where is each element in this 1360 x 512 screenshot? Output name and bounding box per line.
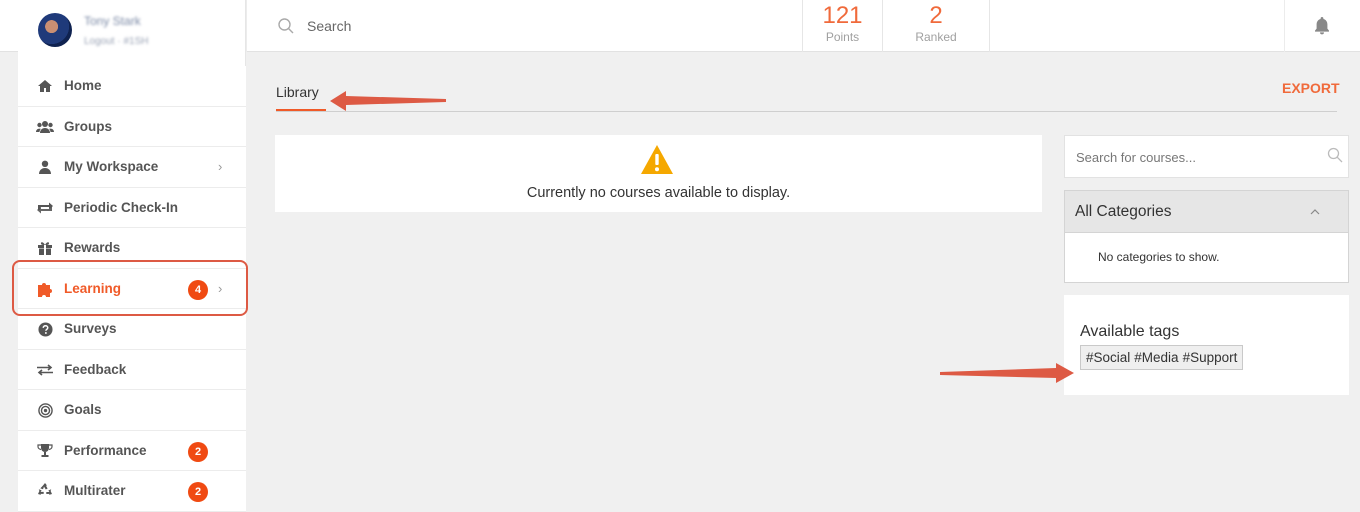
trophy-icon xyxy=(36,443,54,459)
arrows-icon xyxy=(36,362,54,378)
sidebar-item-label: Performance xyxy=(64,442,147,458)
sidebar-item-label: Home xyxy=(64,78,102,94)
tags-title: Available tags xyxy=(1080,323,1180,340)
sidebar-item-performance[interactable]: Performance 2 xyxy=(18,431,246,471)
sidebar-item-feedback[interactable]: Feedback xyxy=(18,350,246,390)
sidebar-item-label: Learning xyxy=(64,280,122,296)
tags-panel: Available tags #Social #Media #Support xyxy=(1064,295,1349,395)
user-name: Tony Stark xyxy=(84,14,141,28)
annotation-arrow-library xyxy=(330,91,446,111)
sidebar-item-learning[interactable]: Learning 4 › xyxy=(18,269,246,309)
chevron-up-icon xyxy=(1310,209,1320,215)
recycle-icon xyxy=(36,483,54,499)
categories-title: All Categories xyxy=(1075,203,1172,220)
tab-divider xyxy=(276,111,1337,112)
annotation-arrow-tags xyxy=(940,363,1074,383)
sidebar-item-label: My Workspace xyxy=(64,159,159,175)
search-input[interactable] xyxy=(307,14,727,38)
gift-icon xyxy=(36,240,54,256)
points-stat[interactable]: 121 Points xyxy=(802,0,882,52)
points-label: Points xyxy=(825,30,860,44)
user-icon xyxy=(36,159,54,175)
empty-courses-notice: Currently no courses available to displa… xyxy=(275,135,1042,212)
tab-library[interactable]: Library xyxy=(276,84,319,100)
ranked-value: 2 xyxy=(929,2,943,29)
target-icon xyxy=(36,402,54,418)
search-icon[interactable] xyxy=(1327,147,1343,163)
sidebar-item-goals[interactable]: Goals xyxy=(18,390,246,431)
sidebar-item-label: Groups xyxy=(64,118,113,134)
points-value: 121 xyxy=(822,2,863,29)
bell-icon[interactable] xyxy=(1310,14,1334,38)
global-search xyxy=(246,0,802,52)
sidebar-item-surveys[interactable]: Surveys xyxy=(18,309,246,350)
sidebar-item-label: Periodic Check-In xyxy=(64,199,179,215)
performance-badge: 2 xyxy=(188,441,208,462)
tag-media[interactable]: #Media xyxy=(1134,350,1178,365)
sidebar-item-rewards[interactable]: Rewards xyxy=(18,228,246,269)
sidebar-item-periodic-check-in[interactable]: Periodic Check-In xyxy=(18,188,246,228)
multirater-badge: 2 xyxy=(188,482,208,502)
categories-empty-text: No categories to show. xyxy=(1098,250,1220,264)
tags-list: #Social #Media #Support xyxy=(1080,345,1244,370)
course-search-input[interactable] xyxy=(1076,147,1316,167)
avatar[interactable] xyxy=(38,13,72,47)
sidebar-item-groups[interactable]: Groups xyxy=(18,107,246,147)
learning-badge: 4 xyxy=(188,279,208,300)
sidebar-item-home[interactable]: Home xyxy=(18,66,246,107)
sidebar-item-label: Surveys xyxy=(64,321,117,337)
tag-support[interactable]: #Support xyxy=(1183,350,1238,365)
puzzle-icon xyxy=(36,281,54,297)
sidebar: Home Groups My Workspace › Periodic Chec… xyxy=(18,66,246,512)
sidebar-item-label: Multirater xyxy=(64,483,126,499)
sidebar-item-label: Goals xyxy=(64,402,102,418)
question-icon xyxy=(36,321,54,337)
sidebar-item-multirater[interactable]: Multirater 2 xyxy=(18,471,246,512)
groups-icon xyxy=(36,119,54,135)
chevron-right-icon: › xyxy=(218,159,223,175)
export-button[interactable]: EXPORT xyxy=(1282,80,1340,96)
search-icon xyxy=(278,18,294,34)
ranked-label: Ranked xyxy=(915,30,957,44)
chevron-right-icon: › xyxy=(218,280,223,296)
categories-list: No categories to show. xyxy=(1064,233,1349,283)
sidebar-item-label: Feedback xyxy=(64,361,127,377)
user-subtext: Logout · #1SH xyxy=(84,36,149,47)
sidebar-item-my-workspace[interactable]: My Workspace › xyxy=(18,147,246,188)
tag-social[interactable]: #Social xyxy=(1086,350,1130,365)
user-profile[interactable]: Tony Stark Logout · #1SH xyxy=(18,0,246,66)
notice-text: Currently no courses available to displa… xyxy=(526,185,791,201)
ranked-stat[interactable]: 2 Ranked xyxy=(882,0,990,52)
course-search xyxy=(1064,135,1349,178)
all-categories-header[interactable]: All Categories xyxy=(1064,190,1349,233)
home-icon xyxy=(36,78,54,94)
sidebar-item-label: Rewards xyxy=(64,240,121,256)
warning-icon xyxy=(641,145,673,174)
exchange-icon xyxy=(36,200,54,216)
